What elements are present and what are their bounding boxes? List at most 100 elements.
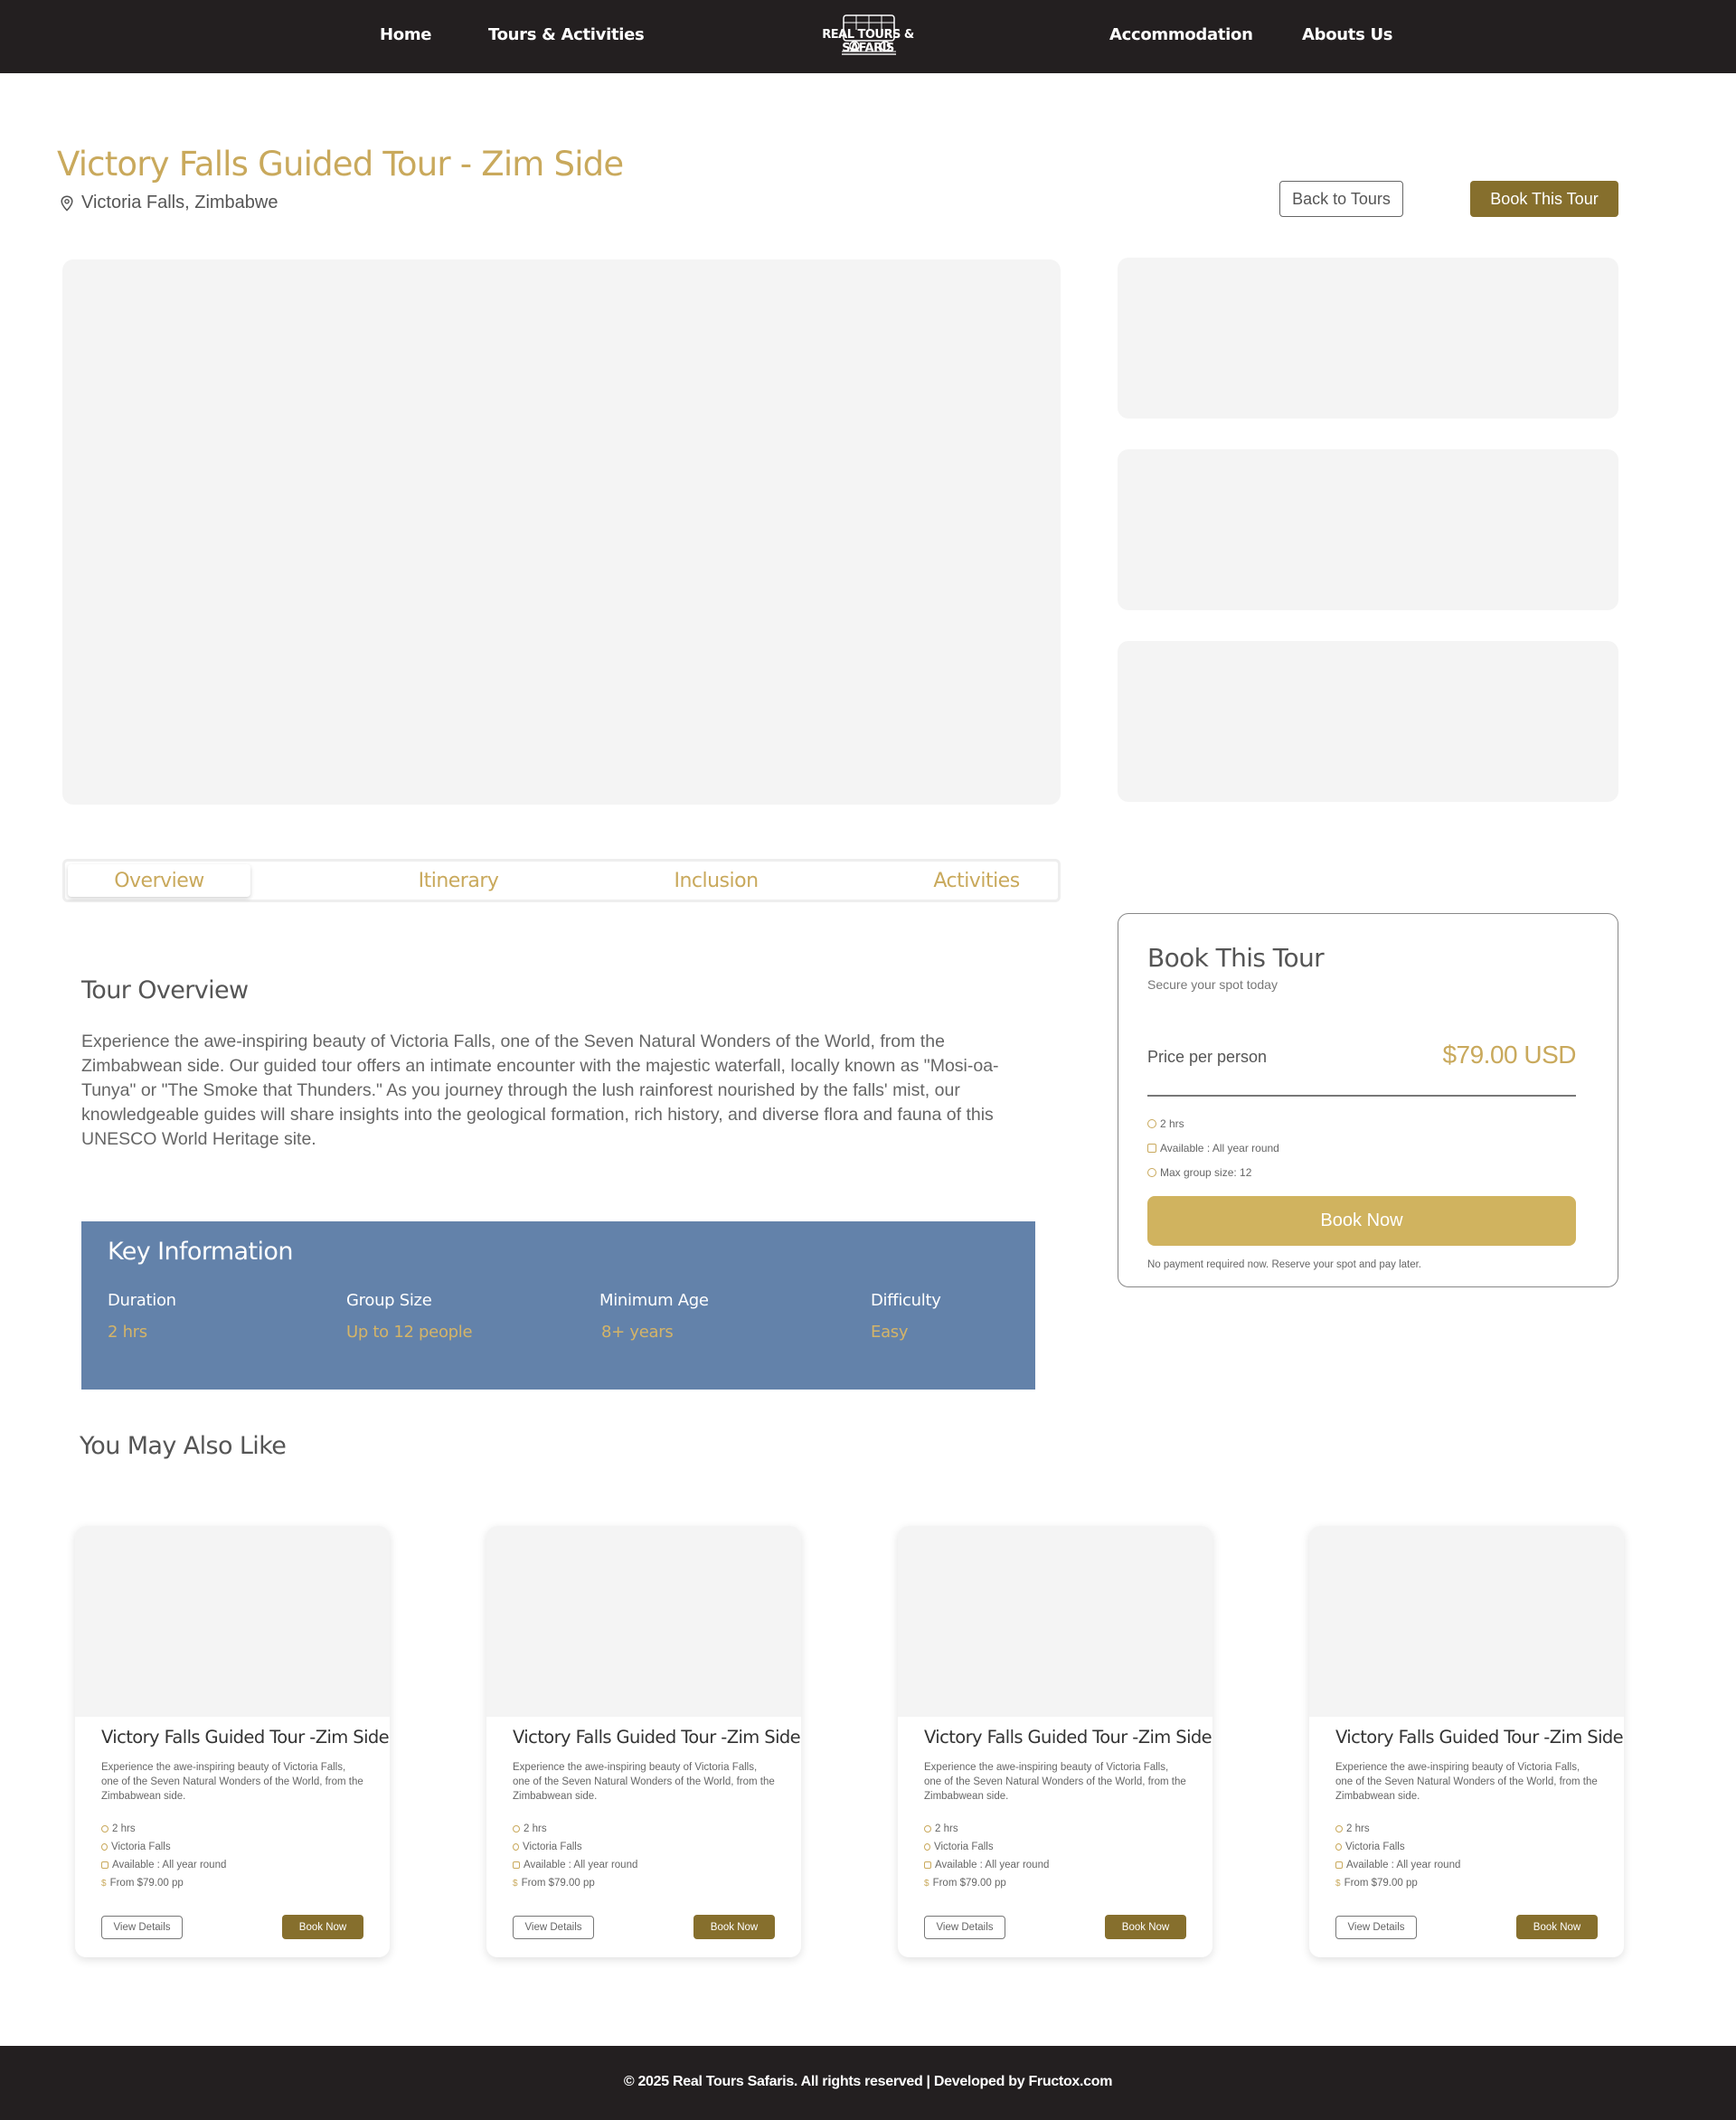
logo-text: REAL TOURS & SAFARIS [822, 28, 914, 55]
dollar-icon: $ [924, 1878, 929, 1889]
tour-card-image[interactable] [1309, 1526, 1624, 1717]
nav-tours-link[interactable]: Tours & Activities [488, 25, 645, 44]
nav-about-link[interactable]: Abouts Us [1302, 25, 1393, 44]
tour-location: Victoria Falls, Zimbabwe [60, 193, 278, 213]
tour-card-price: $ From $79.00 pp [1335, 1878, 1418, 1889]
calendar-icon [101, 1861, 108, 1869]
tour-card-duration: 2 hrs [513, 1823, 547, 1834]
clock-icon [1335, 1825, 1343, 1833]
card-book-now-button[interactable]: Book Now [693, 1915, 775, 1939]
tour-card-image[interactable] [486, 1526, 801, 1717]
booking-detail-text: Max group size: 12 [1160, 1166, 1252, 1179]
price-label: Price per person [1147, 1048, 1268, 1066]
tour-card-location: Victoria Falls [513, 1842, 582, 1852]
tour-card-availability-text: Available : All year round [112, 1860, 227, 1870]
gallery-image-1[interactable] [1118, 258, 1618, 419]
clock-icon [513, 1825, 520, 1833]
gallery-image-2[interactable] [1118, 449, 1618, 610]
tour-card-price-text: From $79.00 pp [1344, 1878, 1418, 1889]
key-info-value-minimum-age: 8+ years [601, 1323, 674, 1342]
price-value: $79.00 USD [1442, 1041, 1576, 1069]
booking-subtitle: Secure your spot today [1147, 977, 1278, 992]
tour-card-duration-text: 2 hrs [524, 1823, 547, 1834]
tour-card-availability: Available : All year round [924, 1860, 1049, 1870]
map-pin-icon [924, 1843, 930, 1851]
tour-card[interactable]: Victory Falls Guided Tour -Zim Side Expe… [898, 1526, 1212, 1957]
tour-card-title[interactable]: Victory Falls Guided Tour -Zim Side [101, 1727, 390, 1748]
view-details-button[interactable]: View Details [513, 1916, 594, 1939]
tour-card-availability-text: Available : All year round [1346, 1860, 1461, 1870]
tour-card-description: Experience the awe-inspiring beauty of V… [513, 1762, 775, 1802]
book-now-button[interactable]: Book Now [1147, 1196, 1576, 1246]
back-to-tours-button[interactable]: Back to Tours [1279, 181, 1403, 217]
tab-itinerary[interactable]: Itinerary [368, 862, 549, 900]
tab-activities[interactable]: Activities [886, 862, 1067, 900]
tour-card-image[interactable] [898, 1526, 1212, 1717]
view-details-button[interactable]: View Details [1335, 1916, 1417, 1939]
tour-card-location-text: Victoria Falls [934, 1842, 994, 1852]
tour-card-price-text: From $79.00 pp [109, 1878, 184, 1889]
clock-icon [1147, 1119, 1156, 1128]
tour-card-title[interactable]: Victory Falls Guided Tour -Zim Side [924, 1727, 1212, 1748]
key-info-value-duration: 2 hrs [108, 1323, 147, 1342]
site-logo[interactable]: REAL TOURS & SAFARIS [807, 12, 929, 61]
key-info-label-difficulty: Difficulty [871, 1291, 941, 1310]
nav-accommodation-link[interactable]: Accommodation [1109, 25, 1253, 44]
card-book-now-button[interactable]: Book Now [282, 1915, 363, 1939]
tab-inclusion[interactable]: Inclusion [626, 862, 807, 900]
booking-panel: Book This Tour Secure your spot today Pr… [1118, 913, 1618, 1287]
view-details-button[interactable]: View Details [924, 1916, 1005, 1939]
users-icon [1147, 1168, 1156, 1177]
booking-detail-availability: Available : All year round [1147, 1142, 1279, 1154]
tour-card-location-text: Victoria Falls [111, 1842, 171, 1852]
tour-card-location-text: Victoria Falls [1345, 1842, 1405, 1852]
tour-tabs: Overview Itinerary Inclusion Activities [62, 859, 1061, 902]
tour-card[interactable]: Victory Falls Guided Tour -Zim Side Expe… [486, 1526, 801, 1957]
tour-card-image[interactable] [75, 1526, 390, 1717]
tour-card-availability-text: Available : All year round [935, 1860, 1050, 1870]
tour-card-duration-text: 2 hrs [935, 1823, 958, 1834]
tour-card[interactable]: Victory Falls Guided Tour -Zim Side Expe… [75, 1526, 390, 1957]
tour-card-description: Experience the awe-inspiring beauty of V… [101, 1762, 363, 1802]
tour-card[interactable]: Victory Falls Guided Tour -Zim Side Expe… [1309, 1526, 1624, 1957]
tour-card-price-text: From $79.00 pp [521, 1878, 595, 1889]
key-info-label-duration: Duration [108, 1291, 176, 1310]
map-pin-icon [61, 194, 73, 212]
tour-card-title[interactable]: Victory Falls Guided Tour -Zim Side [1335, 1727, 1624, 1748]
key-info-value-group-size: Up to 12 people [346, 1323, 473, 1342]
related-heading: You May Also Like [80, 1432, 287, 1460]
booking-detail-text: Available : All year round [1160, 1142, 1279, 1154]
tour-card-location: Victoria Falls [101, 1842, 171, 1852]
booking-detail-group-size: Max group size: 12 [1147, 1166, 1251, 1179]
dollar-icon: $ [101, 1878, 107, 1889]
key-information-box: Key Information Duration 2 hrs Group Siz… [81, 1221, 1035, 1390]
tour-card-duration: 2 hrs [1335, 1823, 1370, 1834]
calendar-icon [1335, 1861, 1343, 1869]
tour-card-location: Victoria Falls [1335, 1842, 1405, 1852]
tab-overview[interactable]: Overview [68, 864, 250, 897]
calendar-icon [513, 1861, 520, 1869]
tour-card-price: $ From $79.00 pp [513, 1878, 595, 1889]
booking-title: Book This Tour [1147, 943, 1325, 973]
key-info-title: Key Information [108, 1238, 293, 1266]
overview-text: Experience the awe-inspiring beauty of V… [81, 1032, 999, 1149]
card-book-now-button[interactable]: Book Now [1516, 1915, 1598, 1939]
map-pin-icon [101, 1843, 108, 1851]
card-book-now-button[interactable]: Book Now [1105, 1915, 1186, 1939]
book-this-tour-button[interactable]: Book This Tour [1470, 181, 1618, 217]
key-info-value-difficulty: Easy [871, 1323, 909, 1342]
overview-heading: Tour Overview [81, 976, 249, 1004]
view-details-button[interactable]: View Details [101, 1916, 183, 1939]
tour-card-duration: 2 hrs [924, 1823, 958, 1834]
tour-card-duration-text: 2 hrs [1346, 1823, 1370, 1834]
site-footer: © 2025 Real Tours Safaris. All rights re… [0, 2046, 1736, 2120]
calendar-icon [924, 1861, 931, 1869]
clock-icon [924, 1825, 931, 1833]
main-tour-image[interactable] [62, 259, 1061, 805]
logo-underline [842, 53, 896, 55]
dollar-icon: $ [513, 1878, 518, 1889]
gallery-image-3[interactable] [1118, 641, 1618, 802]
tour-card-location: Victoria Falls [924, 1842, 994, 1852]
nav-home-link[interactable]: Home [380, 25, 432, 44]
tour-card-title[interactable]: Victory Falls Guided Tour -Zim Side [513, 1727, 801, 1748]
